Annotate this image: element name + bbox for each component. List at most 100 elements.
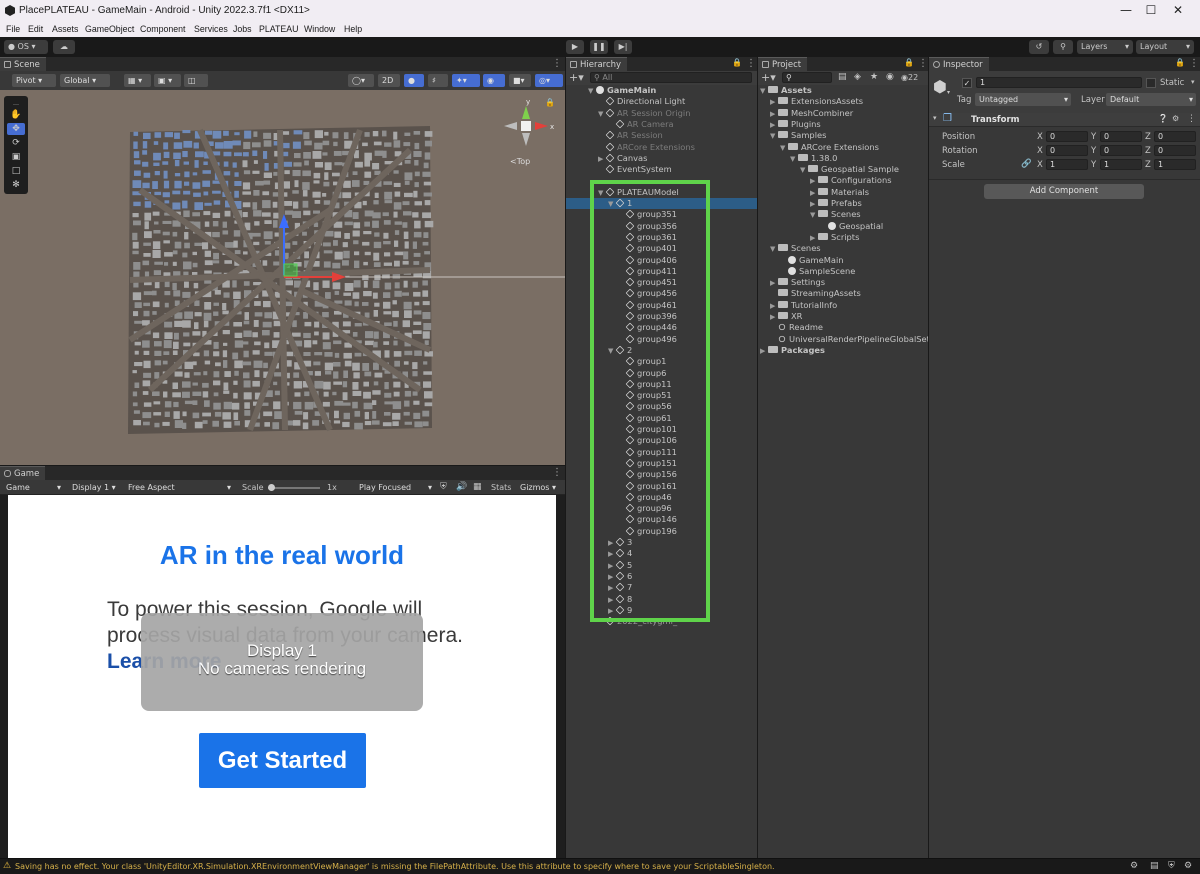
hierarchy-item[interactable]: ▼ AR Session Origin bbox=[566, 108, 757, 119]
menu-edit[interactable]: Edit bbox=[28, 24, 43, 34]
position-x-input[interactable]: 0 bbox=[1046, 131, 1088, 142]
game-view[interactable]: AR in the real world To power this sessi… bbox=[0, 495, 565, 858]
effects-dropdown[interactable]: ✦▾ bbox=[452, 74, 480, 87]
hierarchy-item[interactable]: Directional Light bbox=[566, 96, 757, 107]
game-view-dropdown[interactable]: Game ▾ bbox=[2, 481, 64, 494]
grid-snap-button[interactable]: ▦ ▾ bbox=[124, 74, 151, 87]
project-item[interactable]: Readme bbox=[758, 322, 928, 333]
get-started-button[interactable]: Get Started bbox=[199, 733, 366, 788]
move-tool-icon[interactable]: ✥ bbox=[7, 123, 25, 135]
play-mode-dropdown[interactable]: Play Focused ▾ bbox=[355, 481, 435, 494]
camera-settings-dropdown[interactable]: ■▾ bbox=[509, 74, 531, 87]
hierarchy-item[interactable]: ▼ GameMain bbox=[566, 85, 757, 96]
hidden-packages-icon[interactable]: ◉ bbox=[886, 72, 894, 82]
menu-file[interactable]: File bbox=[6, 24, 20, 34]
scale-tool-icon[interactable]: ▣ bbox=[7, 151, 25, 163]
status-message[interactable]: Saving has no effect. Your class 'UnityE… bbox=[15, 862, 775, 871]
project-item[interactable]: ▼ ARCore Extensions bbox=[758, 142, 928, 153]
bug-icon[interactable]: ⛨ bbox=[440, 482, 447, 492]
project-search-input[interactable]: ⚲ bbox=[782, 72, 832, 83]
game-gizmos-dropdown[interactable]: Gizmos ▾ bbox=[516, 481, 562, 494]
close-button[interactable]: ✕ bbox=[1167, 2, 1189, 19]
game-menu-icon[interactable]: ⋮ bbox=[552, 467, 562, 478]
tab-scene[interactable]: Scene bbox=[0, 57, 46, 71]
tag-dropdown[interactable]: Untagged ▾ bbox=[975, 93, 1071, 106]
stats-button[interactable]: Stats bbox=[491, 483, 511, 492]
project-item[interactable]: ▶ XR bbox=[758, 311, 928, 322]
rotation-x-input[interactable]: 0 bbox=[1046, 145, 1088, 156]
audio-toggle[interactable]: ♯ bbox=[428, 74, 448, 87]
project-item[interactable]: StreamingAssets bbox=[758, 288, 928, 299]
shading-mode-dropdown[interactable]: ◯▾ bbox=[348, 74, 374, 87]
rotation-y-input[interactable]: 0 bbox=[1100, 145, 1142, 156]
scene-menu-icon[interactable]: ⋮ bbox=[552, 58, 562, 69]
gizmo-center-cube[interactable] bbox=[521, 121, 531, 131]
icon-dropdown-arrow[interactable]: ▾ bbox=[947, 89, 950, 96]
menu-jobs[interactable]: Jobs bbox=[233, 24, 252, 34]
hierarchy-item[interactable]: ARCore Extensions bbox=[566, 142, 757, 153]
hand-tool-icon[interactable]: ✋ bbox=[7, 109, 25, 121]
search-by-type-icon[interactable]: ▤ bbox=[838, 72, 847, 82]
project-item[interactable]: ▶ MeshCombiner bbox=[758, 108, 928, 119]
create-asset-icon[interactable]: +▾ bbox=[761, 71, 776, 84]
tab-game[interactable]: Game bbox=[0, 466, 46, 480]
menu-assets[interactable]: Assets bbox=[52, 24, 78, 34]
minimize-button[interactable]: — bbox=[1115, 2, 1137, 19]
layer-dropdown[interactable]: Default ▾ bbox=[1106, 93, 1196, 106]
project-item[interactable]: ▶ Scripts bbox=[758, 232, 928, 243]
scene-viewport[interactable] bbox=[0, 90, 565, 465]
project-item[interactable]: ▶ Settings bbox=[758, 277, 928, 288]
2d-toggle[interactable]: 2D bbox=[378, 74, 400, 87]
rotate-tool-icon[interactable]: ⟳ bbox=[7, 137, 25, 149]
menu-gameobject[interactable]: GameObject bbox=[85, 24, 134, 34]
pivot-dropdown[interactable]: Pivot ▾ bbox=[12, 74, 56, 87]
gizmo-x-cone[interactable] bbox=[535, 122, 548, 130]
search-by-label-icon[interactable]: ◈ bbox=[854, 72, 861, 82]
lighting-toggle[interactable]: ● bbox=[404, 74, 424, 87]
project-menu-icon[interactable]: ⋮ bbox=[918, 58, 928, 69]
presets-icon[interactable]: ⚙ bbox=[1172, 114, 1179, 123]
pause-button[interactable]: ❚❚ bbox=[590, 40, 608, 54]
notification-icon[interactable]: ⚙ bbox=[1184, 861, 1192, 871]
transform-tool-icon[interactable]: ✻ bbox=[7, 179, 25, 191]
hierarchy-item[interactable]: AR Camera bbox=[566, 119, 757, 130]
play-button[interactable]: ▶ bbox=[566, 40, 584, 54]
menu-services[interactable]: Services bbox=[194, 24, 228, 34]
add-gameobject-icon[interactable]: +▾ bbox=[569, 71, 584, 84]
project-item[interactable]: Geospatial bbox=[758, 221, 928, 232]
menu-window[interactable]: Window bbox=[304, 24, 335, 34]
scale-y-input[interactable]: 1 bbox=[1100, 159, 1142, 170]
history-icon[interactable]: ↺ bbox=[1029, 40, 1049, 54]
scale-slider-thumb[interactable] bbox=[268, 484, 275, 491]
layout-dropdown[interactable]: Layout ▾ bbox=[1136, 40, 1194, 54]
lock-icon[interactable]: 🔒 bbox=[545, 98, 555, 107]
project-item[interactable]: ▶ ExtensionsAssets bbox=[758, 96, 928, 107]
position-y-input[interactable]: 0 bbox=[1100, 131, 1142, 142]
static-checkbox[interactable] bbox=[1146, 78, 1156, 88]
inspector-menu-icon[interactable]: ⋮ bbox=[1189, 58, 1199, 69]
scale-z-input[interactable]: 1 bbox=[1154, 159, 1196, 170]
gizmos-dropdown[interactable]: ◎▾ bbox=[535, 74, 563, 87]
cache-server-icon[interactable]: ▤ bbox=[1150, 861, 1159, 871]
hierarchy-search-input[interactable]: ⚲ All bbox=[590, 72, 752, 83]
account-dropdown[interactable]: ● OS ▾ bbox=[4, 40, 48, 54]
debug-mode-icon[interactable]: ⛨ bbox=[1168, 861, 1175, 871]
cloud-icon[interactable]: ☁ bbox=[53, 40, 75, 54]
project-item[interactable]: ▶ TutorialInfo bbox=[758, 300, 928, 311]
step-button[interactable]: ▶| bbox=[614, 40, 632, 54]
favorites-icon[interactable]: ★ bbox=[870, 72, 878, 82]
menu-help[interactable]: Help bbox=[344, 24, 362, 34]
transform-foldout-arrow[interactable]: ▾ bbox=[933, 114, 937, 122]
project-item[interactable]: ▶ Packages bbox=[758, 345, 928, 356]
constrain-proportions-icon[interactable]: 🔗 bbox=[1021, 159, 1032, 169]
menu-plateau[interactable]: PLATEAU bbox=[259, 24, 298, 34]
hierarchy-menu-icon[interactable]: ⋮ bbox=[746, 58, 756, 69]
project-item[interactable]: ▼ Scenes bbox=[758, 243, 928, 254]
audio-mute-icon[interactable]: 🔊 bbox=[456, 482, 467, 492]
shortcuts-icon[interactable]: ▦ bbox=[473, 482, 482, 492]
rect-tool-icon[interactable]: □ bbox=[7, 165, 25, 177]
tab-hierarchy[interactable]: Hierarchy bbox=[566, 57, 628, 71]
transform-header[interactable]: ▾ ❒ Transform ❔ ⚙ ⋮ bbox=[929, 113, 1200, 127]
grid-toggle-button[interactable]: ◫ bbox=[184, 74, 208, 87]
tab-project[interactable]: Project bbox=[758, 57, 808, 71]
